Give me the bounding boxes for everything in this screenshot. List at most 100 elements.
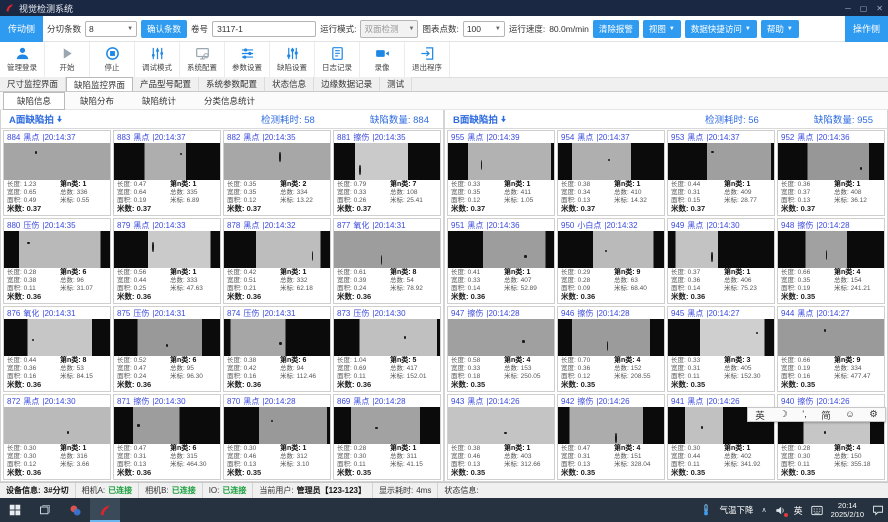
ime-lang-toggle[interactable]: 英 bbox=[755, 408, 765, 422]
defect-cell-949[interactable]: 949黑点|20:14:30长度: 0.37宽度: 0.36面积: 0.14米数… bbox=[667, 218, 775, 304]
split-count-select[interactable]: 8▼ bbox=[85, 21, 137, 37]
defect-image[interactable] bbox=[558, 143, 664, 180]
defect-image[interactable] bbox=[668, 319, 774, 356]
tray-expand-caret[interactable]: ∧ bbox=[761, 506, 766, 514]
defect-cell-952[interactable]: 952黑点|20:14:36长度: 0.36宽度: 0.37面积: 0.13米数… bbox=[777, 130, 885, 216]
defect-cell-950[interactable]: 950小白点|20:14:32长度: 0.29宽度: 0.28面积: 0.09米… bbox=[557, 218, 665, 304]
defect-image[interactable] bbox=[778, 231, 884, 268]
gear-icon[interactable]: ⚙ bbox=[869, 409, 878, 420]
defect-cell-947[interactable]: 947擦伤|20:14:28长度: 0.58宽度: 0.33面积: 0.18米数… bbox=[447, 306, 555, 392]
start-button[interactable] bbox=[0, 498, 30, 522]
defect-cell-942[interactable]: 942擦伤|20:14:26长度: 0.47宽度: 0.31面积: 0.13米数… bbox=[557, 394, 665, 480]
tool-button-monitor[interactable]: 系统配置 bbox=[180, 42, 225, 77]
defect-cell-882[interactable]: 882黑点|20:14:35长度: 0.35宽度: 0.35面积: 0.12米数… bbox=[223, 130, 331, 216]
tool-button-params[interactable]: 参数设置 bbox=[225, 42, 270, 77]
defect-image[interactable] bbox=[334, 319, 440, 356]
defect-image[interactable] bbox=[558, 319, 664, 356]
main-tab-6[interactable]: 测试 bbox=[380, 77, 412, 91]
defect-image[interactable] bbox=[4, 319, 110, 356]
operate-side-button[interactable]: 操作侧 bbox=[845, 16, 888, 42]
defect-image[interactable] bbox=[668, 143, 774, 180]
defect-cell-954[interactable]: 954黑点|20:14:37长度: 0.38宽度: 0.34面积: 0.13米数… bbox=[557, 130, 665, 216]
defect-image[interactable] bbox=[4, 143, 110, 180]
pinned-app-button[interactable] bbox=[60, 498, 90, 522]
sub-tab-2[interactable]: 缺陷统计 bbox=[129, 93, 189, 109]
minimize-icon[interactable]: ─ bbox=[845, 4, 851, 13]
emoji-icon[interactable]: ☺ bbox=[845, 409, 855, 420]
taskbar-clock[interactable]: 20:14 2025/2/10 bbox=[831, 501, 864, 519]
main-tab-3[interactable]: 系统参数配置 bbox=[199, 77, 265, 91]
defect-image[interactable] bbox=[224, 231, 330, 268]
main-tab-5[interactable]: 边缘数据记录 bbox=[314, 77, 380, 91]
tool-button-log[interactable]: 日志记录 bbox=[315, 42, 360, 77]
defect-cell-880[interactable]: 880压伤|20:14:35长度: 0.28宽度: 0.38面积: 0.11米数… bbox=[3, 218, 111, 304]
action-center-icon[interactable] bbox=[872, 504, 884, 516]
quick-access-menu-button[interactable]: 数据快捷访问▼ bbox=[685, 20, 757, 38]
confirm-count-button[interactable]: 确认条数 bbox=[141, 20, 187, 38]
task-view-button[interactable] bbox=[30, 498, 60, 522]
sub-tab-3[interactable]: 分类信息统计 bbox=[191, 93, 268, 109]
defect-image[interactable] bbox=[114, 143, 220, 180]
punctuation-toggle[interactable]: ’, bbox=[802, 409, 807, 420]
main-tab-0[interactable]: 尺寸监控界面 bbox=[0, 77, 66, 91]
running-app-button[interactable] bbox=[90, 498, 120, 522]
chart-points-select[interactable]: 100▼ bbox=[463, 21, 505, 37]
defect-image[interactable] bbox=[778, 143, 884, 180]
defect-image[interactable] bbox=[224, 407, 330, 444]
ime-simplified-toggle[interactable]: 简 bbox=[821, 408, 831, 422]
defect-cell-878[interactable]: 878黑点|20:14:32长度: 0.42宽度: 0.51面积: 0.21米数… bbox=[223, 218, 331, 304]
defect-cell-872[interactable]: 872黑点|20:14:30长度: 0.30宽度: 0.30面积: 0.12米数… bbox=[3, 394, 111, 480]
defect-image[interactable] bbox=[448, 143, 554, 180]
drive-side-button[interactable]: 传动侧 bbox=[0, 16, 43, 42]
defect-cell-946[interactable]: 946擦伤|20:14:28长度: 0.70宽度: 0.36面积: 0.12米数… bbox=[557, 306, 665, 392]
maximize-icon[interactable]: ▢ bbox=[860, 4, 868, 13]
defect-cell-876[interactable]: 876氧化|20:14:31长度: 0.44宽度: 0.36面积: 0.16米数… bbox=[3, 306, 111, 392]
defect-image[interactable] bbox=[448, 231, 554, 268]
defect-cell-945[interactable]: 945黑点|20:14:27长度: 0.33宽度: 0.31面积: 0.11米数… bbox=[667, 306, 775, 392]
defect-cell-877[interactable]: 877氧化|20:14:31长度: 0.61宽度: 0.39面积: 0.24米数… bbox=[333, 218, 441, 304]
tool-button-stop[interactable]: 停止 bbox=[90, 42, 135, 77]
defect-cell-870[interactable]: 870黑点|20:14:28长度: 0.30宽度: 0.46面积: 0.13米数… bbox=[223, 394, 331, 480]
defect-image[interactable] bbox=[334, 407, 440, 444]
defect-image[interactable] bbox=[668, 231, 774, 268]
defect-image[interactable] bbox=[448, 319, 554, 356]
defect-cell-879[interactable]: 879黑点|20:14:33长度: 0.56宽度: 0.44面积: 0.25米数… bbox=[113, 218, 221, 304]
sub-tab-0[interactable]: 缺陷信息 bbox=[3, 92, 65, 110]
defect-cell-871[interactable]: 871擦伤|20:14:30长度: 0.47宽度: 0.31面积: 0.13米数… bbox=[113, 394, 221, 480]
defect-image[interactable] bbox=[4, 407, 110, 444]
volume-button[interactable] bbox=[775, 505, 786, 516]
run-mode-select[interactable]: 双面检测▼ bbox=[360, 20, 418, 38]
defect-cell-948[interactable]: 948擦伤|20:14:28长度: 0.66宽度: 0.35面积: 0.19米数… bbox=[777, 218, 885, 304]
main-tab-2[interactable]: 产品型号配置 bbox=[133, 77, 199, 91]
tool-button-defectset[interactable]: 缺陷设置 bbox=[270, 42, 315, 77]
ime-keyboard-icon[interactable] bbox=[811, 505, 823, 516]
defect-cell-883[interactable]: 883黑点|20:14:37长度: 0.47宽度: 0.64面积: 0.19米数… bbox=[113, 130, 221, 216]
defect-cell-944[interactable]: 944黑点|20:14:27长度: 0.66宽度: 0.19面积: 0.16米数… bbox=[777, 306, 885, 392]
view-menu-button[interactable]: 视图▼ bbox=[643, 20, 681, 38]
defect-image[interactable] bbox=[334, 143, 440, 180]
defect-cell-884[interactable]: 884黑点|20:14:37长度: 1.23宽度: 0.65面积: 0.49米数… bbox=[3, 130, 111, 216]
defect-image[interactable] bbox=[4, 231, 110, 268]
weather-text[interactable]: 气温下降 bbox=[719, 504, 753, 516]
defect-cell-873[interactable]: 873压伤|20:14:30长度: 1.04宽度: 0.69面积: 0.11米数… bbox=[333, 306, 441, 392]
defect-image[interactable] bbox=[448, 407, 554, 444]
tool-button-exit[interactable]: 退出程序 bbox=[405, 42, 450, 77]
tool-button-user[interactable]: 管理登录 bbox=[0, 42, 45, 77]
tool-button-camera[interactable]: 录像 bbox=[360, 42, 405, 77]
defect-cell-881[interactable]: 881擦伤|20:14:35长度: 0.79宽度: 0.33面积: 0.26米数… bbox=[333, 130, 441, 216]
defect-image[interactable] bbox=[558, 407, 664, 444]
defect-cell-951[interactable]: 951黑点|20:14:36长度: 0.41宽度: 0.33面积: 0.14米数… bbox=[447, 218, 555, 304]
defect-image[interactable] bbox=[558, 231, 664, 268]
help-menu-button[interactable]: 帮助▼ bbox=[761, 20, 799, 38]
tool-button-debug[interactable]: 调试模式 bbox=[135, 42, 180, 77]
defect-cell-953[interactable]: 953黑点|20:14:37长度: 0.44宽度: 0.31面积: 0.15米数… bbox=[667, 130, 775, 216]
defect-cell-869[interactable]: 869黑点|20:14:28长度: 0.28宽度: 0.30面积: 0.11米数… bbox=[333, 394, 441, 480]
defect-image[interactable] bbox=[778, 319, 884, 356]
defect-image[interactable] bbox=[114, 407, 220, 444]
defect-cell-943[interactable]: 943黑点|20:14:26长度: 0.38宽度: 0.46面积: 0.13米数… bbox=[447, 394, 555, 480]
defect-image[interactable] bbox=[114, 231, 220, 268]
main-tab-4[interactable]: 状态信息 bbox=[265, 77, 314, 91]
defect-cell-874[interactable]: 874压伤|20:14:31长度: 0.38宽度: 0.42面积: 0.16米数… bbox=[223, 306, 331, 392]
main-tab-1[interactable]: 缺陷监控界面 bbox=[66, 77, 133, 91]
moon-icon[interactable]: ☽ bbox=[779, 409, 788, 420]
